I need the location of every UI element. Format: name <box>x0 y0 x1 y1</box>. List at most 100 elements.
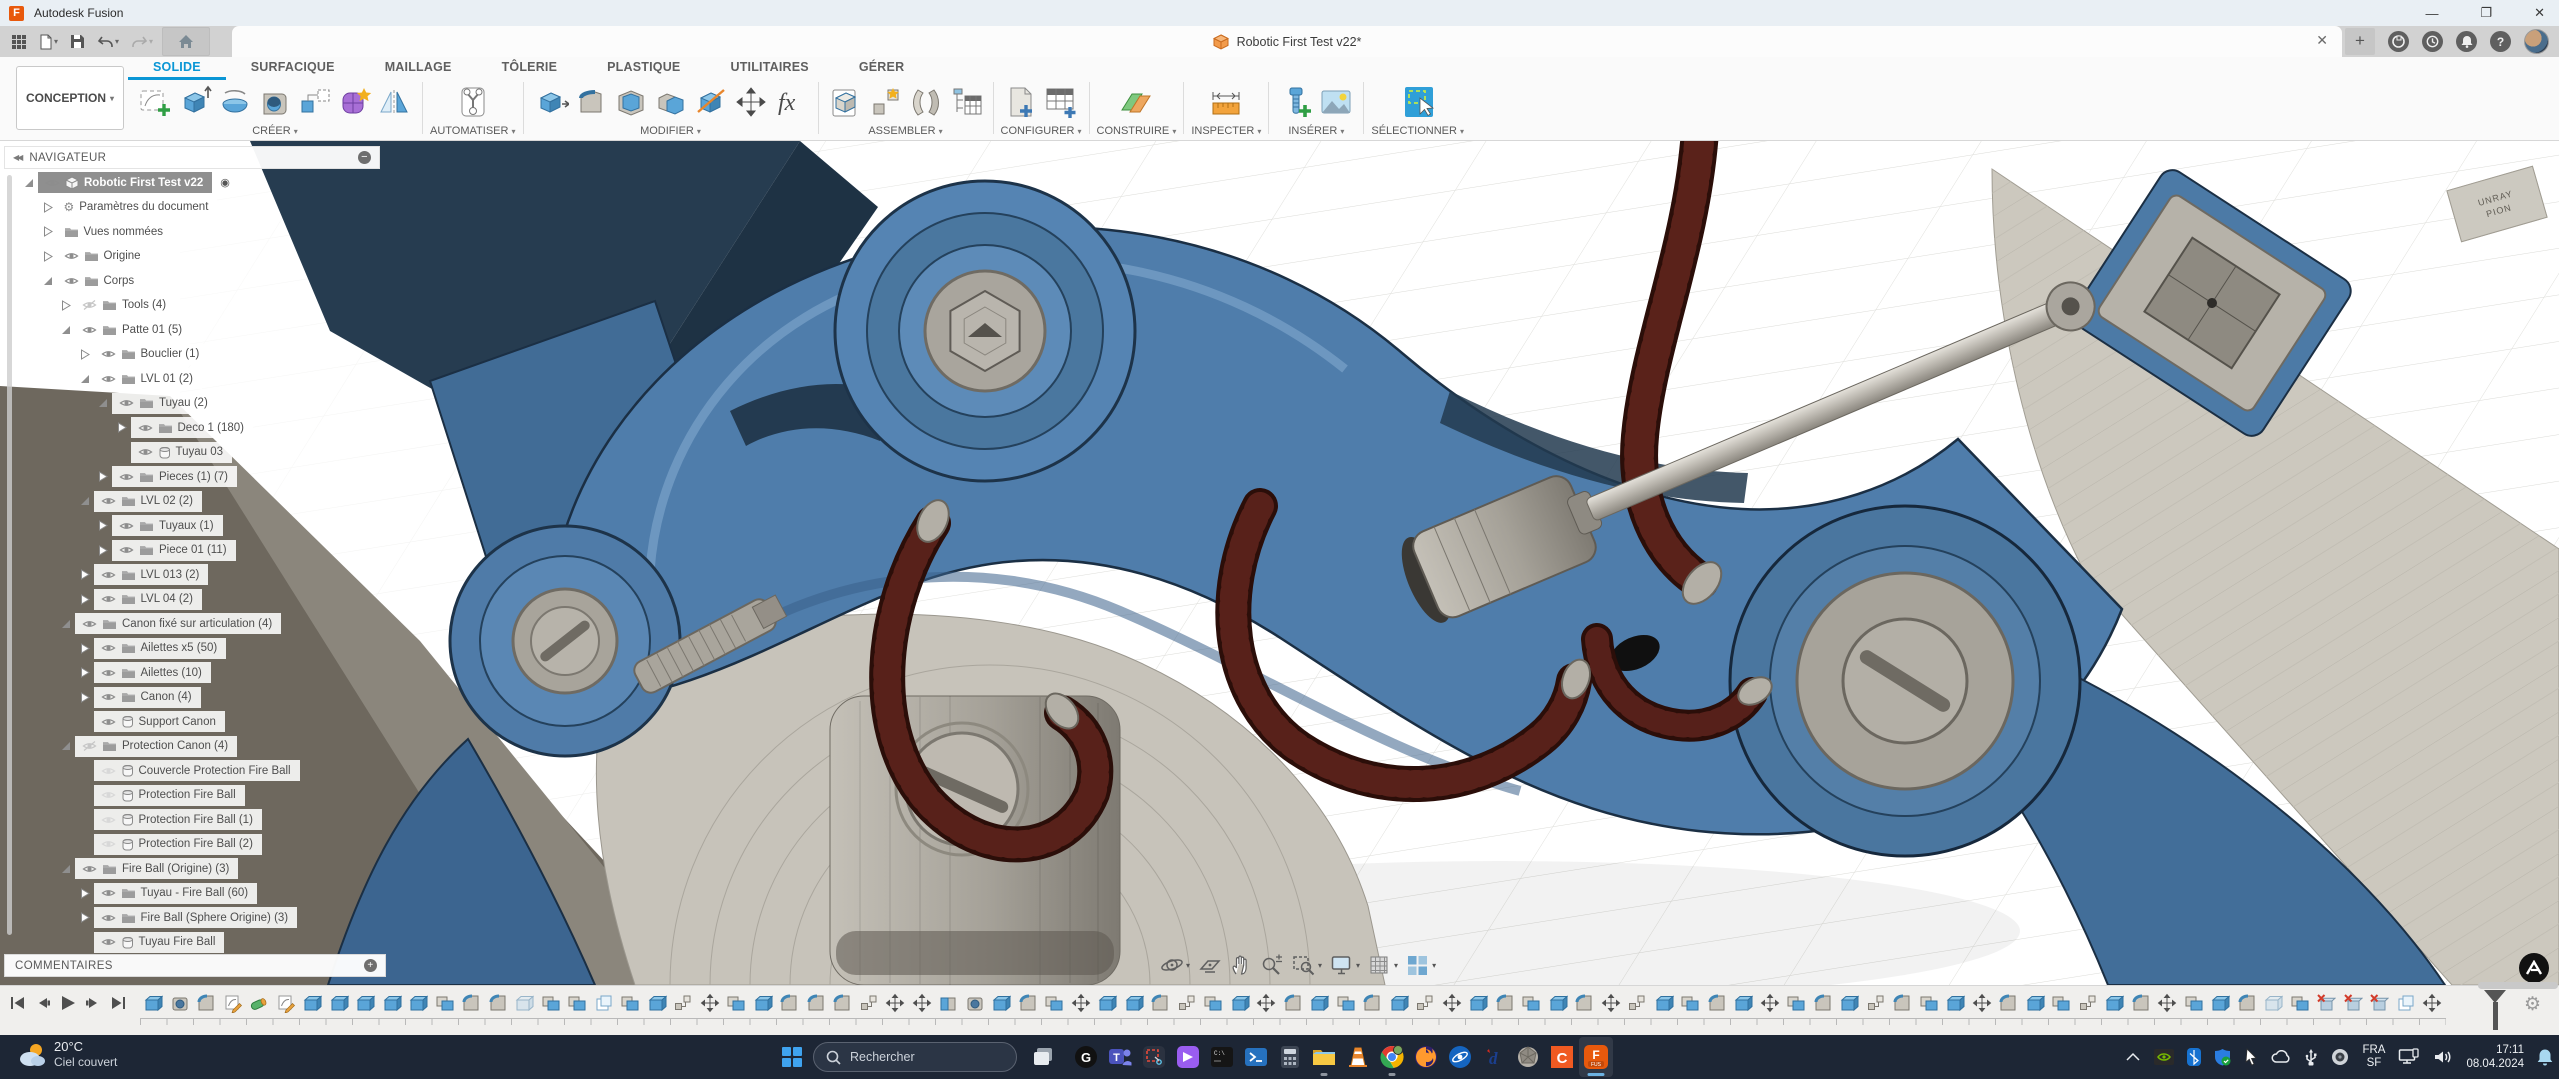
tool-mirror[interactable] <box>375 80 415 124</box>
navigator-item[interactable]: Patte 01 (5) <box>59 319 191 340</box>
vp-orbit-button[interactable]: ▾ <box>1158 953 1192 977</box>
navigator-item-pill[interactable]: ⚙Paramètres du document <box>57 197 218 218</box>
timeline-feature-combine[interactable] <box>617 991 644 1015</box>
navigator-item-pill[interactable]: Tuyaux (1) <box>112 515 223 536</box>
timeline-feature-fillet[interactable] <box>1015 991 1042 1015</box>
tree-expand-arrow[interactable] <box>96 545 110 556</box>
tree-expand-arrow[interactable] <box>96 471 110 482</box>
navigator-item[interactable]: LVL 01 (2) <box>78 368 202 389</box>
tree-expand-arrow[interactable] <box>78 594 92 605</box>
navigator-item[interactable]: Canon fixé sur articulation (4) <box>59 613 281 634</box>
visibility-eye-icon[interactable] <box>119 472 134 482</box>
navigator-item[interactable]: Robotic First Test v22◉ <box>22 172 234 193</box>
tool-fillet[interactable] <box>571 80 611 124</box>
tool-insert-image[interactable] <box>1316 80 1356 124</box>
timeline-feature-extrude[interactable] <box>2101 991 2128 1015</box>
timeline-step-back-button[interactable] <box>35 996 51 1010</box>
visibility-eye-icon[interactable] <box>101 594 116 604</box>
timeline-feature-fillet[interactable] <box>1492 991 1519 1015</box>
navigator-item-pill[interactable]: Couvercle Protection Fire Ball <box>94 760 300 781</box>
timeline-feature-faded[interactable] <box>2260 991 2287 1015</box>
timeline-feature-extrude[interactable] <box>1836 991 1863 1015</box>
tree-expand-arrow[interactable] <box>96 520 110 531</box>
activate-component-radio[interactable]: ◉ <box>216 173 234 192</box>
vp-grid-settings-button[interactable]: ▾ <box>1366 953 1400 977</box>
timeline-feature-redx[interactable] <box>2313 991 2340 1015</box>
taskbar-app-blue-orbit-app[interactable] <box>1443 1037 1477 1077</box>
visibility-eye-icon[interactable] <box>82 325 97 335</box>
timeline-feature-combine[interactable] <box>1041 991 1068 1015</box>
tray-cursor-icon[interactable] <box>2244 1048 2258 1066</box>
timeline-feature-combine[interactable] <box>1916 991 1943 1015</box>
navigator-item-pill[interactable]: Bouclier (1) <box>94 344 209 365</box>
navigator-item-pill[interactable]: Canon fixé sur articulation (4) <box>75 613 281 634</box>
taskbar-app-fusion[interactable]: FFUS <box>1579 1037 1613 1077</box>
undo-icon[interactable]: ▾ <box>94 29 122 55</box>
visibility-eye-icon[interactable] <box>101 766 116 776</box>
timeline-skip-start-button[interactable] <box>10 996 26 1010</box>
restore-button[interactable]: ❐ <box>2480 5 2492 21</box>
tool-change-parameters[interactable]: fx <box>771 80 811 124</box>
timeline-feature-extrude[interactable] <box>326 991 353 1015</box>
visibility-eye-icon[interactable] <box>101 692 116 702</box>
visibility-eye-icon[interactable] <box>82 741 97 751</box>
timeline-feature-fillet[interactable] <box>1810 991 1837 1015</box>
taskbar-app-teams[interactable]: T <box>1103 1037 1137 1077</box>
ribbon-tab-maillage[interactable]: MAILLAGE <box>360 57 477 80</box>
tree-expand-arrow[interactable] <box>41 251 55 262</box>
timeline-feature-extrude[interactable] <box>1730 991 1757 1015</box>
tray-nvidia-icon[interactable] <box>2154 1049 2174 1065</box>
navigator-item-pill[interactable]: Ailettes (10) <box>94 662 211 683</box>
navigator-item-pill[interactable]: LVL 02 (2) <box>94 491 202 512</box>
timeline-feature-move[interactable] <box>2154 991 2181 1015</box>
navigator-item[interactable]: Piece 01 (11) <box>96 540 236 561</box>
weather-widget[interactable]: 20°C Ciel couvert <box>18 1039 117 1070</box>
app-grid-icon[interactable] <box>8 29 30 55</box>
design-mode-button[interactable]: CONCEPTION▾ <box>16 66 124 130</box>
timeline-feature-combine[interactable] <box>1333 991 1360 1015</box>
vp-display-settings-button[interactable]: ▾ <box>1328 953 1362 977</box>
timeline-feature-fillet[interactable] <box>1147 991 1174 1015</box>
tree-collapse-arrow[interactable] <box>78 374 92 384</box>
navigator-item[interactable]: Tools (4) <box>59 295 175 316</box>
timeline-feature-extrude[interactable] <box>1942 991 1969 1015</box>
visibility-eye-icon[interactable] <box>101 496 116 506</box>
tool-revolve[interactable] <box>215 80 255 124</box>
tree-expand-arrow[interactable] <box>78 912 92 923</box>
tray-creative-cloud-icon[interactable] <box>2271 1050 2291 1064</box>
navigator-item[interactable]: LVL 02 (2) <box>78 491 202 512</box>
navigator-item[interactable]: ⚙Paramètres du document <box>41 197 218 218</box>
navigator-item[interactable]: Canon (4) <box>78 687 201 708</box>
close-tab-icon[interactable]: ✕ <box>2316 32 2328 49</box>
timeline-feature-joint[interactable] <box>1624 991 1651 1015</box>
navigator-item[interactable]: Tuyau - Fire Ball (60) <box>78 883 258 904</box>
timeline-feature-joint[interactable] <box>670 991 697 1015</box>
ribbon-tab-utilitaires[interactable]: UTILITAIRES <box>705 57 833 80</box>
visibility-eye-icon[interactable] <box>119 545 134 555</box>
visibility-eye-icon[interactable] <box>64 276 79 286</box>
timeline-feature-copy[interactable] <box>591 991 618 1015</box>
tree-collapse-arrow[interactable] <box>59 741 73 751</box>
tool-bom-table[interactable] <box>946 80 986 124</box>
navigator-item[interactable]: Vues nommées <box>41 221 172 242</box>
tree-expand-arrow[interactable] <box>41 226 55 237</box>
vp-fit-button[interactable]: ▾ <box>1290 953 1324 977</box>
help-icon[interactable]: ? <box>2490 31 2511 52</box>
timeline-feature-extrude[interactable] <box>1651 991 1678 1015</box>
tree-expand-arrow[interactable] <box>78 888 92 899</box>
search-input[interactable]: Rechercher <box>813 1042 1017 1072</box>
tool-press-pull[interactable] <box>531 80 571 124</box>
visibility-eye-icon[interactable] <box>82 619 97 629</box>
navigator-item[interactable]: LVL 04 (2) <box>78 589 202 610</box>
tree-expand-arrow[interactable] <box>41 202 55 213</box>
timeline-feature-combine[interactable] <box>538 991 565 1015</box>
timeline-feature-extrude[interactable] <box>1465 991 1492 1015</box>
tray-webcam-icon[interactable] <box>2331 1048 2349 1066</box>
timeline-feature-move[interactable] <box>1598 991 1625 1015</box>
tool-new-component[interactable] <box>826 80 866 124</box>
tree-collapse-arrow[interactable] <box>22 178 36 188</box>
timeline-feature-extrude[interactable] <box>750 991 777 1015</box>
tool-measure[interactable] <box>1206 80 1246 124</box>
taskbar-app-powershell[interactable] <box>1239 1037 1273 1077</box>
timeline-feature-joint[interactable] <box>1174 991 1201 1015</box>
